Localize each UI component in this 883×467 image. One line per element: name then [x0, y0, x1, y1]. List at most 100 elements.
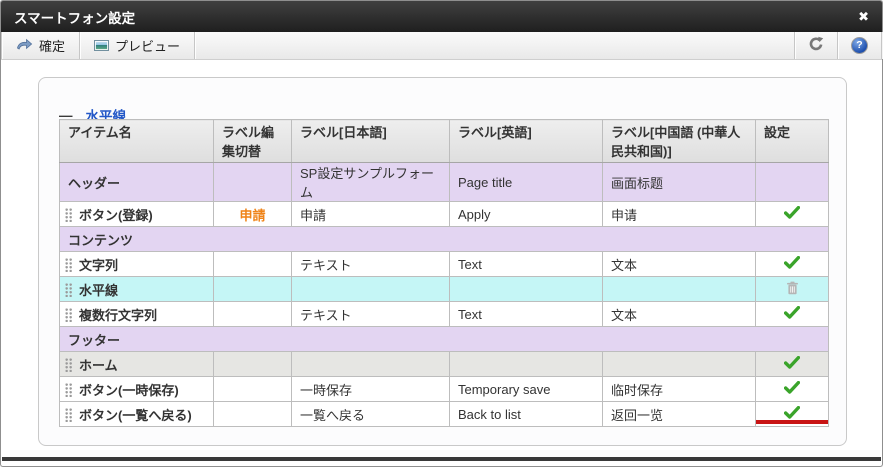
- table-row: 水平線: [60, 277, 829, 302]
- group-row: コンテンツ: [60, 227, 829, 252]
- toolbar-separator: [881, 32, 882, 59]
- trash-icon[interactable]: [786, 281, 799, 298]
- setting-cell: [756, 352, 829, 377]
- smartphone-settings-dialog: スマートフォン設定 ✖ 確定 プレビュー ?: [0, 0, 883, 467]
- drag-handle-icon[interactable]: [65, 308, 73, 322]
- item-name-cell: ボタン(一覧へ戻る): [60, 402, 214, 427]
- label-en-cell: Apply: [450, 202, 603, 227]
- group-name: ヘッダー: [60, 163, 214, 202]
- column-header-label-zh: ラベル[中国語 (中華人民共和国)]: [603, 120, 756, 163]
- check-icon[interactable]: [784, 256, 800, 272]
- table-row: ホーム: [60, 352, 829, 377]
- table-row: 複数行文字列テキストText文本: [60, 302, 829, 327]
- column-header-setting: 設定: [756, 120, 829, 163]
- label-zh-cell: [603, 352, 756, 377]
- table-row: 文字列テキストText文本: [60, 252, 829, 277]
- label-en-cell: Back to list: [450, 402, 603, 427]
- table-row: ボタン(一覧へ戻る)一覧へ戻るBack to list返回一览: [60, 402, 829, 427]
- label-edit-toggle-cell: [214, 377, 292, 402]
- dialog-content: — 水平線 アイテム名 ラベル編集切替 ラベル[日本語] ラベル[英語]: [2, 60, 881, 457]
- preview-button-label: プレビュー: [115, 36, 180, 55]
- label-edit-toggle-cell: 申請: [214, 202, 292, 227]
- setting-cell: [756, 163, 829, 202]
- drag-handle-icon[interactable]: [65, 258, 73, 272]
- label-edit-toggle-cell: [214, 277, 292, 302]
- check-icon[interactable]: [784, 306, 800, 322]
- label-ja-cell: [292, 277, 450, 302]
- label-edit-toggle-cell: [214, 163, 292, 202]
- label-en-cell: Page title: [450, 163, 603, 202]
- setting-cell: [756, 277, 829, 302]
- label-edit-toggle-cell: [214, 252, 292, 277]
- setting-cell: [756, 402, 829, 427]
- label-en-cell: Temporary save: [450, 377, 603, 402]
- check-icon[interactable]: [784, 381, 800, 397]
- drag-handle-icon[interactable]: [65, 283, 73, 297]
- close-icon[interactable]: ✖: [858, 10, 869, 23]
- item-name-cell: ホーム: [60, 352, 214, 377]
- drag-handle-icon[interactable]: [65, 408, 73, 422]
- group-row: フッター: [60, 327, 829, 352]
- table-body: ヘッダーSP設定サンプルフォームPage title画面标题ボタン(登録)申請申…: [60, 163, 829, 427]
- label-edit-toggle-cell: [214, 302, 292, 327]
- label-zh-cell: 画面标题: [603, 163, 756, 202]
- help-icon: ?: [851, 37, 868, 54]
- column-header-label-ja: ラベル[日本語]: [292, 120, 450, 163]
- drag-handle-icon[interactable]: [65, 383, 73, 397]
- refresh-button[interactable]: [795, 32, 837, 59]
- setting-cell: [756, 377, 829, 402]
- items-table-wrap: アイテム名 ラベル編集切替 ラベル[日本語] ラベル[英語] ラベル[中国語 (…: [59, 119, 829, 427]
- table-row: ボタン(登録)申請申請Apply申请: [60, 202, 829, 227]
- label-ja-cell: SP設定サンプルフォーム: [292, 163, 450, 202]
- label-ja-cell: [292, 352, 450, 377]
- label-ja-cell: 申請: [292, 202, 450, 227]
- image-icon: [94, 40, 109, 51]
- check-icon[interactable]: [784, 206, 800, 222]
- label-zh-cell: 临时保存: [603, 377, 756, 402]
- check-icon[interactable]: [784, 356, 800, 372]
- column-header-label-en: ラベル[英語]: [450, 120, 603, 163]
- item-name-label: ボタン(一時保存): [79, 383, 179, 398]
- item-name-cell: 複数行文字列: [60, 302, 214, 327]
- label-en-cell: [450, 352, 603, 377]
- label-edit-toggle-cell: [214, 402, 292, 427]
- label-edit-toggle-cell: [214, 352, 292, 377]
- item-name-label: 文字列: [79, 258, 118, 273]
- label-zh-cell: [603, 277, 756, 302]
- toolbar: 確定 プレビュー ?: [1, 32, 882, 60]
- setting-cell: [756, 302, 829, 327]
- dialog-title: スマートフォン設定: [14, 7, 135, 27]
- check-icon[interactable]: [784, 406, 800, 422]
- label-en-cell: Text: [450, 252, 603, 277]
- item-name-cell: 文字列: [60, 252, 214, 277]
- item-name-label: ヘッダー: [68, 176, 120, 191]
- label-ja-cell: テキスト: [292, 302, 450, 327]
- group-row: ヘッダー SP設定サンプルフォームPage title画面标题: [60, 163, 829, 202]
- item-name-label: ボタン(一覧へ戻る): [79, 408, 192, 423]
- confirm-button[interactable]: 確定: [2, 32, 79, 59]
- items-table: アイテム名 ラベル編集切替 ラベル[日本語] ラベル[英語] ラベル[中国語 (…: [59, 119, 829, 427]
- label-zh-cell: 申请: [603, 202, 756, 227]
- group-name: フッター: [60, 327, 829, 352]
- drag-handle-icon[interactable]: [65, 358, 73, 372]
- item-name-cell: ボタン(登録): [60, 202, 214, 227]
- help-button[interactable]: ?: [838, 32, 881, 59]
- label-en-cell: [450, 277, 603, 302]
- confirm-arrow-icon: [16, 38, 33, 53]
- confirm-button-label: 確定: [39, 36, 65, 55]
- label-ja-cell: 一時保存: [292, 377, 450, 402]
- item-name-label: ボタン(登録): [79, 208, 153, 223]
- setting-cell: [756, 252, 829, 277]
- item-name-label: 複数行文字列: [79, 308, 157, 323]
- table-row: ボタン(一時保存) 一時保存Temporary save临时保存: [60, 377, 829, 402]
- label-zh-cell: 返回一览: [603, 402, 756, 427]
- preview-button[interactable]: プレビュー: [80, 32, 194, 59]
- label-zh-cell: 文本: [603, 302, 756, 327]
- toolbar-spacer: [195, 32, 794, 59]
- item-name-cell: ボタン(一時保存): [60, 377, 214, 402]
- settings-panel: — 水平線 アイテム名 ラベル編集切替 ラベル[日本語] ラベル[英語]: [38, 77, 847, 446]
- drag-handle-icon[interactable]: [65, 208, 73, 222]
- label-zh-cell: 文本: [603, 252, 756, 277]
- item-name-cell: 水平線: [60, 277, 214, 302]
- group-name: コンテンツ: [60, 227, 829, 252]
